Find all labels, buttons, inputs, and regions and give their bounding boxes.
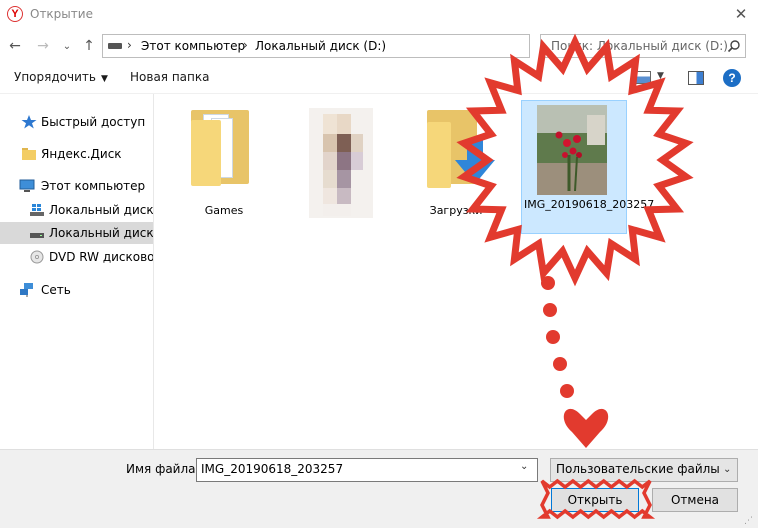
address-bar[interactable]: › Этот компьютер › Локальный диск (D:) ⌄… xyxy=(102,34,626,58)
organize-button[interactable]: Упорядочить ▼ xyxy=(14,70,108,84)
sidebar-item-label: Этот компьютер xyxy=(41,179,146,193)
filetype-value: Пользовательские файлы xyxy=(556,462,720,476)
file-item-image[interactable]: IMG_20190618_203257 xyxy=(521,100,655,234)
network-icon xyxy=(20,283,33,297)
breadcrumb-separator: › xyxy=(243,38,248,52)
sidebar-item-label: DVD RW дисковод ( xyxy=(49,250,154,264)
drive-icon xyxy=(30,233,44,238)
star-icon xyxy=(21,115,37,129)
file-name: Загрузки xyxy=(429,204,483,217)
view-options-caret-icon[interactable]: ▼ xyxy=(657,71,664,81)
file-item-downloads[interactable]: Загрузки xyxy=(403,100,509,240)
sidebar-item-yandex-disk[interactable]: Яндекс.Диск xyxy=(0,143,153,165)
forward-arrow-icon: → xyxy=(37,38,49,54)
preview-pane-icon[interactable] xyxy=(688,71,704,85)
open-button[interactable]: Открыть xyxy=(551,488,639,512)
file-list[interactable]: Games Загрузки IMG_20190618_203257 xyxy=(155,94,758,449)
cancel-button[interactable]: Отмена xyxy=(652,488,738,512)
filetype-select[interactable]: Пользовательские файлы ⌄ xyxy=(550,458,738,482)
filename-dropdown-icon[interactable]: ⌄ xyxy=(520,461,528,472)
window-title: Открытие xyxy=(30,7,93,21)
search-icon[interactable] xyxy=(727,39,741,53)
chevron-down-icon: ⌄ xyxy=(723,464,732,475)
sidebar-item-local-disk-c[interactable]: Локальный диск (C xyxy=(0,199,154,221)
sidebar-item-this-pc[interactable]: Этот компьютер xyxy=(0,175,153,197)
sidebar-item-quick-access[interactable]: Быстрый доступ xyxy=(0,111,153,133)
back-button[interactable]: ← xyxy=(6,36,24,56)
close-icon: ✕ xyxy=(734,5,748,23)
close-button[interactable]: ✕ xyxy=(728,2,754,26)
sidebar-item-local-disk-d[interactable]: Локальный диск (D xyxy=(0,222,154,244)
caret-down-icon: ▼ xyxy=(100,74,108,84)
file-name: IMG_20190618_203257 xyxy=(524,198,655,211)
back-arrow-icon: ← xyxy=(9,38,21,54)
blurred-thumbnail-icon xyxy=(309,108,373,218)
help-icon[interactable]: ? xyxy=(723,69,741,87)
breadcrumb-separator: › xyxy=(127,38,132,52)
filename-input[interactable]: IMG_20190618_203257 xyxy=(196,458,538,482)
windows-drive-icon xyxy=(30,204,44,216)
image-thumbnail xyxy=(537,105,607,195)
dialog-footer: Имя файла: IMG_20190618_203257 ⌄ Пользов… xyxy=(0,449,758,528)
folder-icon xyxy=(22,148,36,160)
search-input[interactable]: Поиск: Локальный диск (D:) xyxy=(540,34,746,58)
sidebar-item-dvd-drive[interactable]: DVD RW дисковод ( xyxy=(0,246,154,268)
chevron-down-icon: ⌄ xyxy=(62,40,72,52)
navigation-pane[interactable]: Быстрый доступ Яндекс.Диск Этот компьюте… xyxy=(0,94,154,449)
sidebar-item-label: Локальный диск (C xyxy=(49,203,154,217)
sidebar-item-label: Быстрый доступ xyxy=(41,115,146,129)
drive-icon xyxy=(108,43,122,49)
sidebar-item-label: Локальный диск (D xyxy=(49,226,154,240)
new-folder-button[interactable]: Новая папка xyxy=(130,70,209,84)
sidebar-item-label: Яндекс.Диск xyxy=(41,147,122,161)
change-view-icon[interactable] xyxy=(635,71,651,84)
file-item-blurred[interactable] xyxy=(287,100,393,240)
download-arrow-icon xyxy=(455,140,495,184)
sidebar-item-label: Сеть xyxy=(41,283,71,297)
command-bar: Упорядочить ▼ Новая папка ▼ ? xyxy=(0,62,758,94)
up-button[interactable]: ↑ xyxy=(80,36,98,56)
yandex-browser-icon: Y xyxy=(7,6,23,22)
title-bar: Y Открытие ✕ xyxy=(0,0,758,30)
address-row: ← → ⌄ ↑ › Этот компьютер › Локальный дис… xyxy=(0,30,758,62)
up-arrow-icon: ↑ xyxy=(83,38,95,54)
resize-grip-icon[interactable]: ⋰ xyxy=(744,516,756,528)
sidebar-item-network[interactable]: Сеть xyxy=(0,279,153,301)
breadcrumb-this-pc[interactable]: Этот компьютер xyxy=(141,39,245,53)
recent-locations-button[interactable]: ⌄ xyxy=(58,36,76,56)
organize-label: Упорядочить xyxy=(14,70,96,84)
dvd-icon xyxy=(30,250,44,264)
file-name: Games xyxy=(204,204,244,217)
file-item-games[interactable]: Games xyxy=(171,100,277,240)
search-placeholder: Поиск: Локальный диск (D:) xyxy=(551,39,728,53)
computer-icon xyxy=(19,179,35,192)
filename-label: Имя файла: xyxy=(126,462,200,476)
forward-button[interactable]: → xyxy=(34,36,52,56)
breadcrumb-local-disk-d[interactable]: Локальный диск (D:) xyxy=(255,39,386,53)
